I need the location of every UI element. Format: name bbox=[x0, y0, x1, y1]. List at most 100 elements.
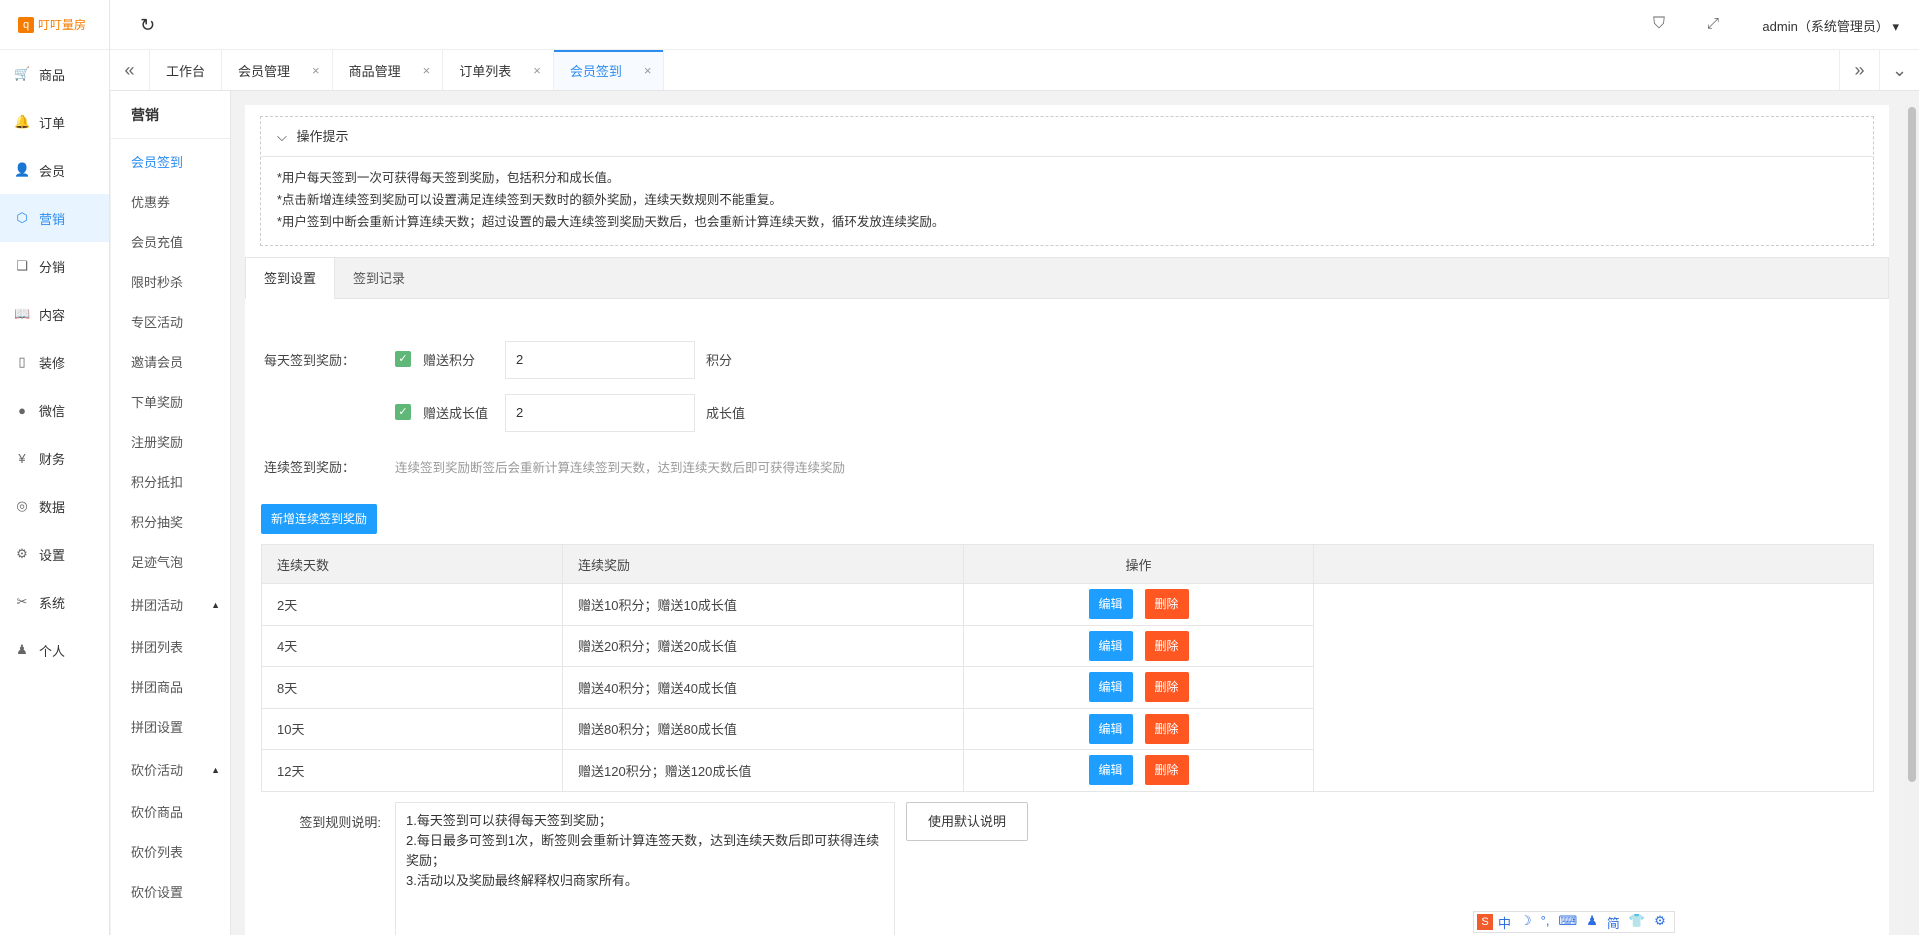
sub-item[interactable]: 积分抽奖 bbox=[111, 503, 230, 543]
close-icon[interactable]: × bbox=[423, 63, 431, 78]
tab-signin-records[interactable]: 签到记录 bbox=[335, 258, 423, 299]
table-row: 10天 赠送80积分；赠送80成长值 编辑 删除 bbox=[261, 707, 1874, 750]
sub-item[interactable]: 砍价列表 bbox=[111, 833, 230, 873]
use-default-rules-button[interactable]: 使用默认说明 bbox=[906, 802, 1028, 841]
tab-0[interactable]: 工作台 bbox=[150, 50, 223, 90]
points-checkbox-label: 赠送积分 bbox=[423, 353, 476, 368]
nav-item-7[interactable]: ● 微信 bbox=[0, 386, 109, 434]
page-scrollbar[interactable] bbox=[1905, 105, 1919, 935]
delete-button[interactable]: 删除 bbox=[1144, 713, 1189, 744]
nav-item-12[interactable]: ♟ 个人 bbox=[0, 626, 109, 674]
nav-item-9[interactable]: ◎ 数据 bbox=[0, 482, 109, 530]
nav-item-1[interactable]: 🔔 订单 bbox=[0, 98, 109, 146]
nav-item-10[interactable]: ⚙ 设置 bbox=[0, 530, 109, 578]
chevron-down-icon: ⌵ bbox=[277, 129, 287, 144]
ime-item-icon[interactable]: 👕 bbox=[1629, 913, 1645, 932]
ime-item-icon[interactable]: °, bbox=[1541, 913, 1550, 932]
tab-label: 会员管理 bbox=[238, 63, 291, 79]
close-icon[interactable]: × bbox=[312, 63, 320, 78]
sub-item[interactable]: 砍价商品 bbox=[111, 793, 230, 833]
points-input[interactable]: 2 bbox=[505, 341, 695, 379]
nav-item-label: 订单 bbox=[39, 115, 66, 131]
close-icon[interactable]: × bbox=[533, 63, 541, 78]
edit-button[interactable]: 编辑 bbox=[1088, 672, 1133, 703]
nav-item-4[interactable]: ❏ 分销 bbox=[0, 242, 109, 290]
edit-button[interactable]: 编辑 bbox=[1088, 713, 1133, 744]
edit-button[interactable]: 编辑 bbox=[1088, 589, 1133, 620]
ime-item-icon[interactable]: ☽ bbox=[1520, 913, 1532, 932]
close-icon[interactable]: × bbox=[644, 63, 652, 78]
sub-item[interactable]: 足迹气泡 bbox=[111, 543, 230, 583]
refresh-icon[interactable]: ↻ bbox=[140, 15, 155, 36]
fullscreen-icon[interactable]: ⤢ bbox=[1707, 15, 1719, 32]
wechat-icon: ● bbox=[18, 402, 26, 418]
sub-group-group1[interactable]: 拼团活动 ▲ bbox=[111, 583, 230, 628]
sub-item[interactable]: 注册奖励 bbox=[111, 423, 230, 463]
nav-item-0[interactable]: 🛒 商品 bbox=[0, 50, 109, 98]
ime-item-icon[interactable]: ⌨ bbox=[1558, 913, 1577, 932]
sub-group-group2[interactable]: 砍价活动 ▲ bbox=[111, 748, 230, 793]
sub-sidebar-title: 营销 bbox=[111, 91, 230, 139]
points-checkbox[interactable]: ✓ bbox=[395, 351, 411, 367]
user-menu[interactable]: admin（系统管理员） ▾ bbox=[1762, 16, 1899, 35]
cell-actions: 编辑 删除 bbox=[963, 707, 1314, 750]
nav-item-8[interactable]: ¥ 财务 bbox=[0, 434, 109, 482]
caret-up-icon: ▲ bbox=[211, 600, 220, 610]
tab-signin-settings[interactable]: 签到设置 bbox=[246, 258, 336, 299]
sub-item[interactable]: 专区活动 bbox=[111, 303, 230, 343]
nav-item-3[interactable]: ⬡ 营销 bbox=[0, 194, 109, 242]
delete-button[interactable]: 删除 bbox=[1144, 672, 1189, 703]
ime-toolbar[interactable]: S 中 ☽ °, ⌨ ♟ 简 👕 ⚙ bbox=[1473, 911, 1675, 933]
scrollbar-thumb[interactable] bbox=[1908, 107, 1916, 782]
tab-1[interactable]: 会员管理 × bbox=[222, 50, 333, 90]
cell-actions: 编辑 删除 bbox=[963, 666, 1314, 709]
sub-item[interactable]: 限时秒杀 bbox=[111, 263, 230, 303]
growth-checkbox[interactable]: ✓ bbox=[395, 404, 411, 420]
nav-item-label: 财务 bbox=[39, 451, 66, 467]
delete-button[interactable]: 删除 bbox=[1144, 630, 1189, 661]
tabs-scroll-right-icon[interactable]: » bbox=[1839, 50, 1879, 90]
sub-item[interactable]: 会员签到 bbox=[111, 143, 230, 183]
sub-item[interactable]: 会员充值 bbox=[111, 223, 230, 263]
sub-item[interactable]: 拼团设置 bbox=[111, 708, 230, 748]
cell-empty bbox=[1313, 749, 1874, 792]
growth-input[interactable]: 2 bbox=[505, 394, 695, 432]
rules-label: 签到规则说明: bbox=[299, 815, 381, 830]
edit-button[interactable]: 编辑 bbox=[1088, 630, 1133, 661]
table-row: 2天 赠送10积分；赠送10成长值 编辑 删除 bbox=[261, 583, 1874, 626]
sub-item[interactable]: 邀请会员 bbox=[111, 343, 230, 383]
tag-icon[interactable]: ⛉ bbox=[1653, 15, 1665, 33]
logo[interactable]: q 叮叮量房 bbox=[0, 0, 109, 50]
nav-item-5[interactable]: 📖 内容 bbox=[0, 290, 109, 338]
tab-4[interactable]: 会员签到 × bbox=[553, 50, 665, 90]
sub-item[interactable]: 拼团商品 bbox=[111, 668, 230, 708]
ime-item-icon[interactable]: 中 bbox=[1498, 913, 1511, 932]
nav-item-2[interactable]: 👤 会员 bbox=[0, 146, 109, 194]
ime-item-icon[interactable]: 简 bbox=[1607, 913, 1620, 932]
ime-item-icon[interactable]: ♟ bbox=[1586, 913, 1598, 932]
sub-group-label: 砍价活动 bbox=[131, 763, 184, 778]
delete-button[interactable]: 删除 bbox=[1144, 589, 1189, 620]
points-unit: 积分 bbox=[706, 353, 733, 368]
tab-2[interactable]: 商品管理 × bbox=[333, 50, 444, 90]
sub-item[interactable]: 砍价设置 bbox=[111, 873, 230, 913]
layers-icon: ❏ bbox=[16, 258, 28, 273]
nav-item-11[interactable]: ✂ 系统 bbox=[0, 578, 109, 626]
tab-3[interactable]: 订单列表 × bbox=[443, 50, 554, 90]
sub-item[interactable]: 下单奖励 bbox=[111, 383, 230, 423]
table-row: 4天 赠送20积分；赠送20成长值 编辑 删除 bbox=[261, 624, 1874, 667]
ime-item-icon[interactable]: ⚙ bbox=[1654, 913, 1666, 932]
tabs-menu-icon[interactable]: ⌄ bbox=[1879, 50, 1919, 90]
growth-checkbox-label: 赠送成长值 bbox=[423, 406, 489, 421]
sub-item[interactable]: 拼团列表 bbox=[111, 628, 230, 668]
delete-button[interactable]: 删除 bbox=[1144, 755, 1189, 786]
nav-item-label: 内容 bbox=[39, 307, 66, 323]
nav-item-6[interactable]: ▯ 装修 bbox=[0, 338, 109, 386]
sub-item[interactable]: 优惠券 bbox=[111, 183, 230, 223]
tabs-scroll-left-icon[interactable]: « bbox=[110, 50, 150, 90]
rules-textarea[interactable]: 1.每天签到可以获得每天签到奖励； 2.每日最多可签到1次，断签则会重新计算连签… bbox=[395, 802, 895, 935]
add-streak-reward-button[interactable]: 新增连续签到奖励 bbox=[261, 504, 377, 534]
tips-header[interactable]: ⌵ 操作提示 bbox=[261, 117, 1873, 157]
sub-item[interactable]: 积分抵扣 bbox=[111, 463, 230, 503]
edit-button[interactable]: 编辑 bbox=[1088, 755, 1133, 786]
